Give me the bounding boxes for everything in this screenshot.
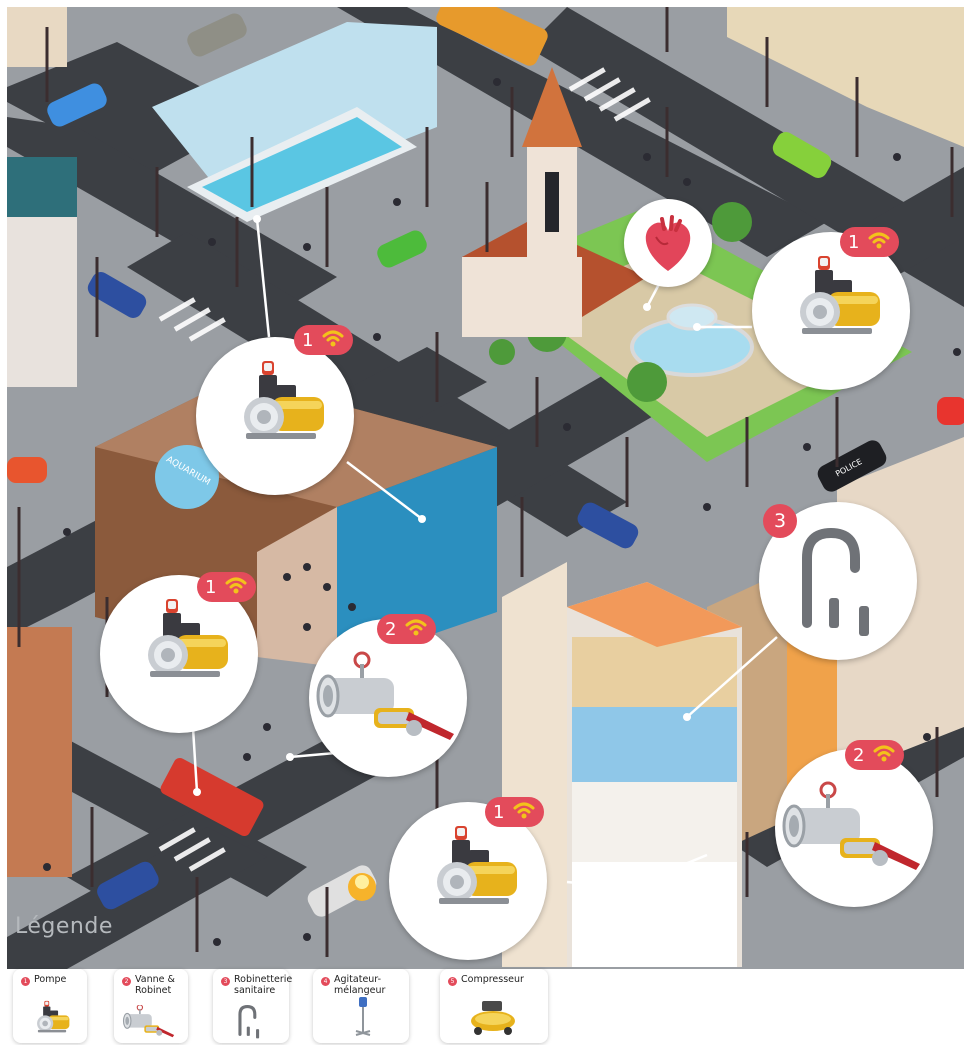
badge-number: 1	[493, 801, 505, 823]
legend-number: 1	[21, 977, 30, 986]
hotspot-fire-badge[interactable]: 2	[377, 614, 437, 644]
hotspot-pool-badge[interactable]: 1	[294, 325, 354, 355]
valve-icon	[122, 1005, 175, 1038]
legend-card-compresseur[interactable]: 5 Compresseur	[440, 969, 548, 1043]
mixer-icon	[355, 997, 371, 1036]
legend-label: Compresseur	[461, 974, 524, 985]
legend-number: 4	[321, 977, 330, 986]
badge-number: 1	[302, 329, 314, 351]
wifi-icon	[872, 743, 896, 768]
legend-label: Pompe	[34, 974, 67, 985]
pump-icon	[37, 1000, 70, 1033]
legend-label: Vanne & Robinet	[135, 974, 175, 996]
legend-title: Légende	[15, 914, 113, 939]
legend-number: 2	[122, 977, 131, 986]
legend-card-pompe[interactable]: 1 Pompe	[13, 969, 87, 1043]
hotspot-health[interactable]	[624, 199, 712, 287]
badge-number: 1	[848, 231, 860, 253]
legend-number: 3	[221, 977, 230, 986]
wifi-icon	[404, 617, 428, 642]
legend-label: Robinetterie sanitaire	[234, 974, 293, 996]
compressor-icon	[471, 1001, 515, 1035]
hotspot-basement-badge[interactable]: 1	[485, 797, 545, 827]
city-illustration: AQUARIUM POLICE 1 1 1 2 3 1 2 Légende	[7, 7, 964, 969]
wifi-icon	[321, 328, 345, 353]
hotspot-street-valve[interactable]	[775, 749, 933, 907]
wifi-icon	[512, 800, 536, 825]
wifi-icon	[224, 575, 248, 600]
hotspot-bathroom-badge[interactable]: 3	[763, 504, 797, 538]
badge-number: 2	[853, 744, 865, 766]
heart-icon	[645, 215, 691, 271]
legend-card-vanne[interactable]: 2 Vanne & Robinet	[114, 969, 188, 1043]
badge-number: 1	[205, 576, 217, 598]
hotspot-pool-pump[interactable]	[196, 337, 354, 495]
legend-label: Agitateur- mélangeur	[334, 974, 386, 996]
badge-number: 3	[773, 510, 787, 532]
wifi-icon	[867, 230, 891, 255]
hotspot-aquarium-badge[interactable]: 1	[197, 572, 257, 602]
hotspot-street-badge[interactable]: 2	[845, 740, 905, 770]
valve-icon	[782, 781, 922, 872]
legend-card-agitateur[interactable]: 4 Agitateur- mélangeur	[313, 969, 409, 1043]
legend-number: 5	[448, 977, 457, 986]
faucet-icon	[238, 1005, 261, 1039]
legend-card-robinetterie[interactable]: 3 Robinetterie sanitaire	[213, 969, 293, 1043]
badge-number: 2	[385, 618, 397, 640]
pump-icon	[244, 361, 324, 439]
hotspot-fountain-badge[interactable]: 1	[840, 227, 900, 257]
